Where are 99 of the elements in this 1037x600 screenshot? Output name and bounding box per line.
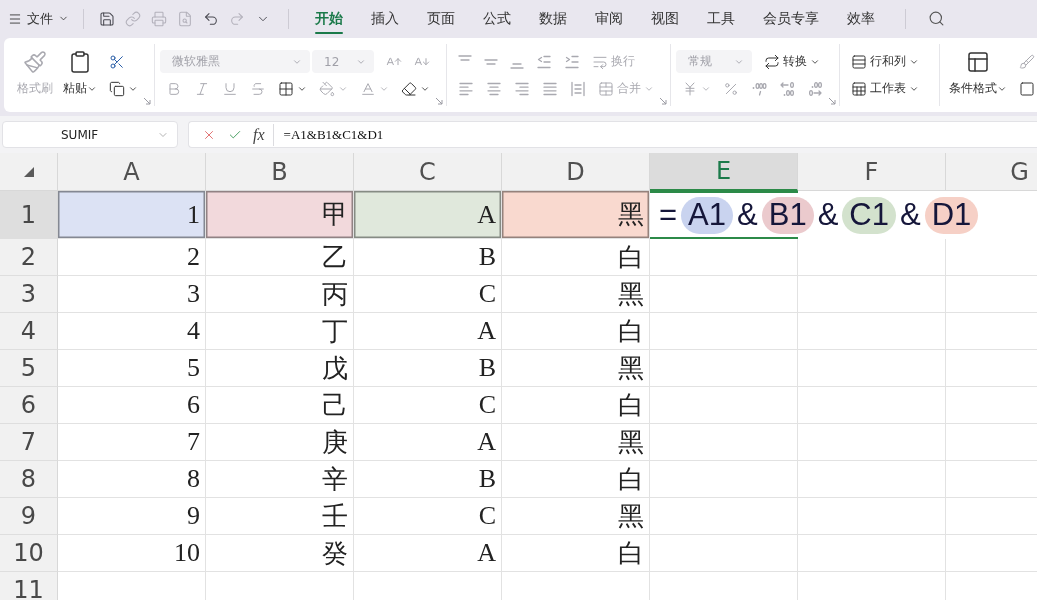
table-cell: A — [354, 191, 502, 239]
formula-operator: & — [816, 197, 840, 233]
table-cell: 6 — [58, 387, 206, 424]
table-cell: 7 — [58, 424, 206, 461]
column-header[interactable]: E — [650, 153, 798, 191]
column-header[interactable]: D — [502, 153, 650, 191]
name-box-field[interactable]: SUMIF — [2, 121, 178, 148]
table-cell: A — [354, 313, 502, 350]
ribbon-tab[interactable]: 公式 — [469, 0, 525, 37]
convert-button[interactable]: 转换 — [758, 48, 826, 75]
menu-icon — [8, 11, 22, 26]
table-cell: 壬 — [206, 498, 354, 535]
rows-columns-button[interactable]: 行和列 — [845, 48, 925, 75]
table-cell: B — [354, 239, 502, 276]
table-icon — [851, 80, 867, 97]
table-cell: 黑 — [502, 424, 650, 461]
table-cell: C — [354, 387, 502, 424]
table-cell: 5 — [58, 350, 206, 387]
cell-reference: C1 — [842, 196, 896, 234]
dialog-launcher-icon[interactable] — [828, 97, 836, 105]
ribbon-tab[interactable]: 开始 — [301, 0, 357, 37]
select-all-icon[interactable] — [23, 166, 34, 177]
row-header[interactable]: 6 — [0, 387, 58, 424]
table-cell: 黑 — [502, 276, 650, 313]
table-cell: 黑 — [502, 498, 650, 535]
formula-operator: & — [898, 197, 922, 233]
paste-button[interactable]: 粘贴 — [59, 48, 101, 102]
ribbon-tab[interactable]: 视图 — [637, 0, 693, 37]
column-header[interactable]: C — [354, 153, 502, 191]
insert-function-button[interactable]: fx — [249, 123, 274, 146]
table-cell: B — [354, 350, 502, 387]
table-cell: 3 — [58, 276, 206, 313]
column-header[interactable]: G — [946, 153, 1037, 191]
table-cell: C — [354, 276, 502, 313]
table-cell: 乙 — [206, 239, 354, 276]
column-header[interactable]: B — [206, 153, 354, 191]
table-cell: 2 — [58, 239, 206, 276]
table-cell: 丁 — [206, 313, 354, 350]
file-menu[interactable]: 文件 — [4, 5, 73, 32]
table-cell: 甲 — [206, 191, 354, 239]
search-icon — [927, 10, 945, 27]
row-header[interactable]: 11 — [0, 572, 58, 600]
formula-input[interactable]: =A1&B1&C1&D1 — [275, 123, 1037, 146]
dialog-launcher-icon[interactable] — [659, 97, 667, 105]
table-cell: 10 — [58, 535, 206, 572]
ribbon-tab[interactable]: 插入 — [357, 0, 413, 37]
column-header[interactable]: A — [58, 153, 206, 191]
ribbon-tab[interactable]: 会员专享 — [749, 0, 833, 37]
cell-reference: A1 — [681, 196, 734, 234]
convert-icon — [764, 53, 780, 70]
cell-reference: B1 — [761, 196, 814, 234]
row-header[interactable]: 8 — [0, 461, 58, 498]
panels-icon — [966, 49, 990, 74]
table-cell: 1 — [58, 191, 206, 239]
table-cell: 白 — [502, 239, 650, 276]
paintbrush-icon — [23, 49, 47, 74]
ribbon-tab[interactable]: 数据 — [525, 0, 581, 37]
clipboard-icon — [68, 49, 92, 74]
table-cell: 庚 — [206, 424, 354, 461]
row-header[interactable]: 10 — [0, 535, 58, 572]
ribbon-tab[interactable]: 审阅 — [581, 0, 637, 37]
table-cell: 白 — [502, 535, 650, 572]
table-cell: 黑 — [502, 191, 650, 239]
ribbon-tab[interactable]: 页面 — [413, 0, 469, 37]
column-header[interactable]: F — [798, 153, 946, 191]
table-cell: 癸 — [206, 535, 354, 572]
table-cell: 白 — [502, 387, 650, 424]
row-header[interactable]: 7 — [0, 424, 58, 461]
row-header[interactable]: 4 — [0, 313, 58, 350]
dialog-launcher-icon[interactable] — [143, 97, 151, 105]
formula-operator: = — [658, 197, 679, 233]
table-cell: 辛 — [206, 461, 354, 498]
row-header[interactable]: 1 — [0, 191, 58, 239]
table-cell: 白 — [502, 313, 650, 350]
table-cell: 白 — [502, 461, 650, 498]
table-cell: B — [354, 461, 502, 498]
row-header[interactable]: 3 — [0, 276, 58, 313]
table-cell: A — [354, 424, 502, 461]
ribbon-tab[interactable]: 工具 — [693, 0, 749, 37]
table-cell: 黑 — [502, 350, 650, 387]
ribbon-tab[interactable]: 效率 — [833, 0, 889, 37]
table-cell: A — [354, 535, 502, 572]
table-cell: 己 — [206, 387, 354, 424]
row-header[interactable]: 9 — [0, 498, 58, 535]
row-header[interactable]: 5 — [0, 350, 58, 387]
rows-icon — [851, 53, 867, 70]
merge-cells-icon — [598, 80, 614, 97]
row-header[interactable]: 2 — [0, 239, 58, 276]
table-cell: C — [354, 498, 502, 535]
dialog-launcher-icon[interactable] — [435, 97, 443, 105]
cell-reference: D1 — [924, 196, 979, 234]
table-cell: 丙 — [206, 276, 354, 313]
table-cell: 8 — [58, 461, 206, 498]
worksheet-button[interactable]: 工作表 — [845, 75, 925, 102]
table-cell: 戊 — [206, 350, 354, 387]
table-cell: 9 — [58, 498, 206, 535]
formula-operator: & — [736, 197, 759, 233]
conditional-format-button[interactable]: 条件格式 — [945, 48, 1011, 102]
table-cell: 4 — [58, 313, 206, 350]
